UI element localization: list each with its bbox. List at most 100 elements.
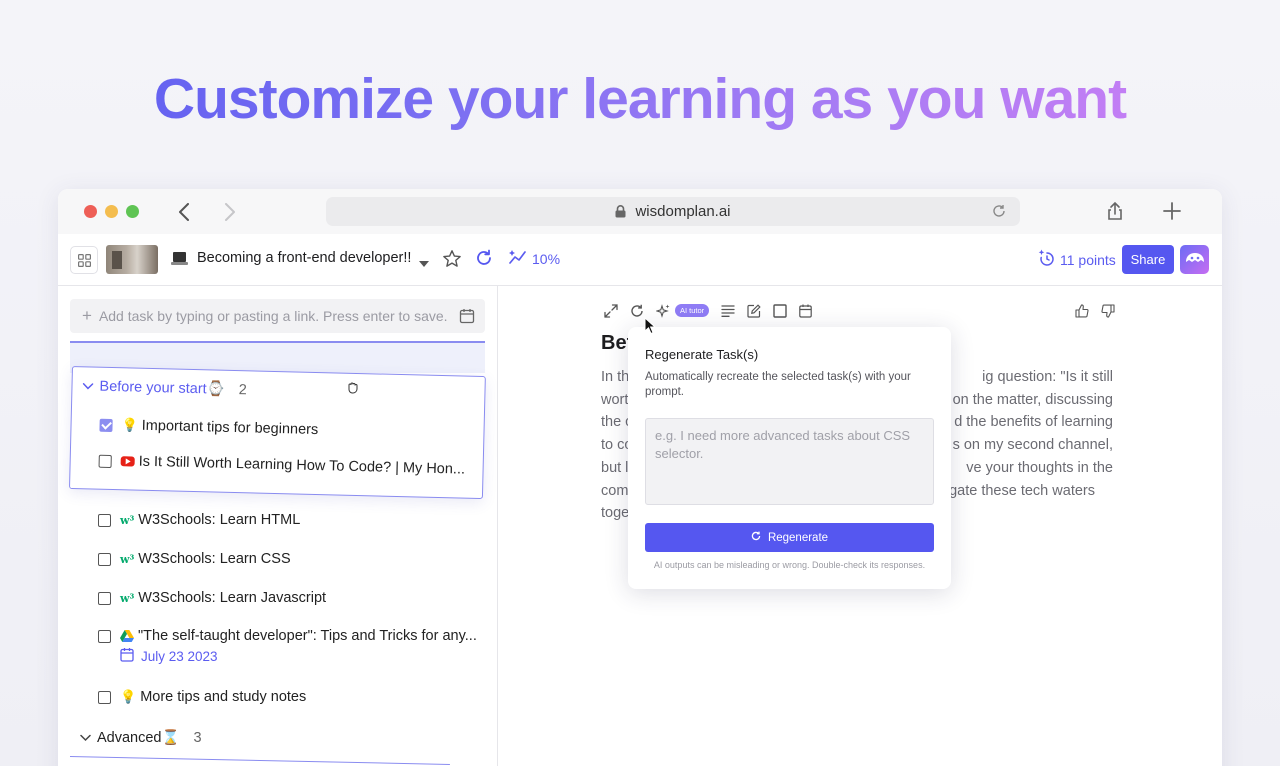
bulb-icon: 💡 (121, 417, 138, 433)
regenerate-icon (751, 531, 761, 544)
task-checkbox[interactable] (98, 592, 111, 605)
grab-cursor-icon (346, 380, 360, 399)
text-fragment: In th (601, 366, 629, 389)
chevron-down-icon[interactable] (82, 378, 93, 394)
avatar[interactable] (1180, 245, 1209, 274)
task-label: W3Schools: Learn Javascript (138, 590, 326, 606)
text-fragment: d the benefits of learning (954, 411, 1113, 434)
chevron-down-icon[interactable] (419, 254, 429, 272)
ai-disclaimer: AI outputs can be misleading or wrong. D… (628, 560, 951, 570)
minimize-window-button[interactable] (105, 205, 118, 218)
text-fragment: s on my second channel, (953, 434, 1113, 457)
sync-icon[interactable] (475, 249, 493, 272)
progress-value: 10% (532, 251, 560, 267)
group-count: 2 (239, 382, 247, 398)
points-indicator[interactable]: 11 points (1038, 249, 1116, 270)
regenerate-label: Regenerate (768, 532, 828, 544)
browser-chrome: wisdomplan.ai (58, 189, 1222, 234)
add-task-input[interactable]: + Add task by typing or pasting a link. … (70, 299, 485, 333)
text-fragment: gate these tech waters (949, 480, 1095, 503)
regenerate-button[interactable]: Regenerate (645, 523, 934, 552)
points-value: 11 points (1060, 252, 1116, 268)
bulb-icon: 💡 (120, 689, 136, 705)
ai-sparkle-icon[interactable] (655, 303, 670, 318)
list-item[interactable]: 💡 More tips and study notes (98, 689, 306, 705)
apps-grid-icon[interactable] (70, 246, 98, 274)
text-fragment: wort (601, 389, 628, 412)
new-tab-icon[interactable] (1162, 201, 1182, 226)
task-checkbox[interactable] (98, 514, 111, 527)
list-item[interactable]: w³ W3Schools: Learn Javascript (98, 590, 326, 606)
lock-icon (615, 205, 626, 218)
back-icon[interactable] (172, 200, 196, 224)
edit-icon[interactable] (746, 303, 761, 318)
share-page-icon[interactable] (1106, 201, 1124, 226)
task-label: Important tips for beginners (142, 418, 319, 438)
task-checkbox[interactable] (98, 691, 111, 704)
app-toolbar: Becoming a front-end developer!! 10% 11 … (58, 234, 1222, 286)
task-checkbox[interactable] (98, 630, 111, 643)
group-name: Before your start⌚ (99, 378, 225, 398)
group-name: Advanced⌛ (97, 729, 180, 746)
reload-icon[interactable] (992, 204, 1006, 222)
thumbs-up-icon[interactable] (1074, 303, 1089, 318)
calendar-icon (120, 647, 134, 665)
expand-icon[interactable] (603, 303, 618, 318)
w3schools-icon: w³ (120, 553, 134, 566)
forward-icon[interactable] (218, 200, 242, 224)
task-label: "The self-taught developer": Tips and Tr… (138, 628, 477, 644)
prompt-input[interactable] (645, 418, 934, 505)
text-fragment: ig question: "Is it still (982, 366, 1113, 389)
list-item[interactable]: "The self-taught developer": Tips and Tr… (98, 628, 477, 644)
list-item[interactable]: w³ W3Schools: Learn CSS (98, 551, 291, 567)
add-task-placeholder: Add task by typing or pasting a link. Pr… (99, 308, 448, 324)
sparkle-history-icon (1038, 249, 1056, 270)
checkbox-icon[interactable] (772, 303, 787, 318)
mouse-pointer-icon (644, 317, 656, 340)
task-label: Is It Still Worth Learning How To Code? … (138, 454, 465, 478)
list-item[interactable]: w³ W3Schools: Learn HTML (98, 512, 300, 528)
calendar-icon[interactable] (798, 303, 813, 318)
calendar-icon[interactable] (459, 308, 475, 327)
due-date[interactable]: July 23 2023 (120, 647, 218, 665)
text-fragment: ve your thoughts in the (966, 457, 1113, 480)
close-window-button[interactable] (84, 205, 97, 218)
address-bar[interactable]: wisdomplan.ai (326, 197, 1020, 226)
list-item[interactable]: 💡 Important tips for beginners (99, 417, 318, 438)
group-header[interactable]: Before your start⌚ 2 (82, 377, 247, 398)
text-fragment: but l (601, 457, 628, 480)
text-fragment: on the matter, discussing (953, 389, 1113, 412)
dragged-group-card[interactable]: Before your start⌚ 2 💡 Important tips fo… (69, 366, 486, 499)
plus-icon: + (82, 306, 92, 326)
ai-tutor-badge[interactable]: AI tutor (675, 304, 709, 317)
progress-indicator[interactable]: 10% (509, 249, 560, 268)
task-list-panel: + Add task by typing or pasting a link. … (58, 286, 498, 766)
thumbs-down-icon[interactable] (1100, 303, 1115, 318)
text-align-icon[interactable] (720, 303, 735, 318)
chevron-down-icon[interactable] (80, 730, 91, 746)
detail-toolbar: AI tutor (603, 303, 813, 318)
group-count: 3 (194, 730, 202, 746)
task-checkbox[interactable] (99, 454, 112, 467)
text-fragment: toge (601, 502, 629, 525)
group-header[interactable]: Advanced⌛ 3 (80, 729, 202, 746)
share-button[interactable]: Share (1122, 245, 1174, 274)
plan-title[interactable]: Becoming a front-end developer!! (197, 250, 411, 266)
plan-cover-thumbnail[interactable] (106, 245, 158, 274)
task-checkbox[interactable] (98, 553, 111, 566)
maximize-window-button[interactable] (126, 205, 139, 218)
w3schools-icon: w³ (120, 514, 134, 527)
trend-icon (509, 249, 527, 268)
laptop-icon (173, 252, 186, 262)
task-checkbox[interactable] (99, 418, 112, 431)
youtube-icon (121, 456, 135, 466)
w3schools-icon: w³ (120, 592, 134, 605)
feedback-buttons (1074, 303, 1115, 318)
task-label: W3Schools: Learn HTML (138, 512, 300, 528)
regenerate-icon[interactable] (629, 303, 644, 318)
list-item[interactable]: Is It Still Worth Learning How To Code? … (98, 453, 465, 478)
headline: Customize your learning as you want (0, 66, 1280, 132)
group-card-edge (69, 756, 450, 766)
task-label: More tips and study notes (140, 689, 306, 705)
star-icon[interactable] (442, 249, 462, 274)
